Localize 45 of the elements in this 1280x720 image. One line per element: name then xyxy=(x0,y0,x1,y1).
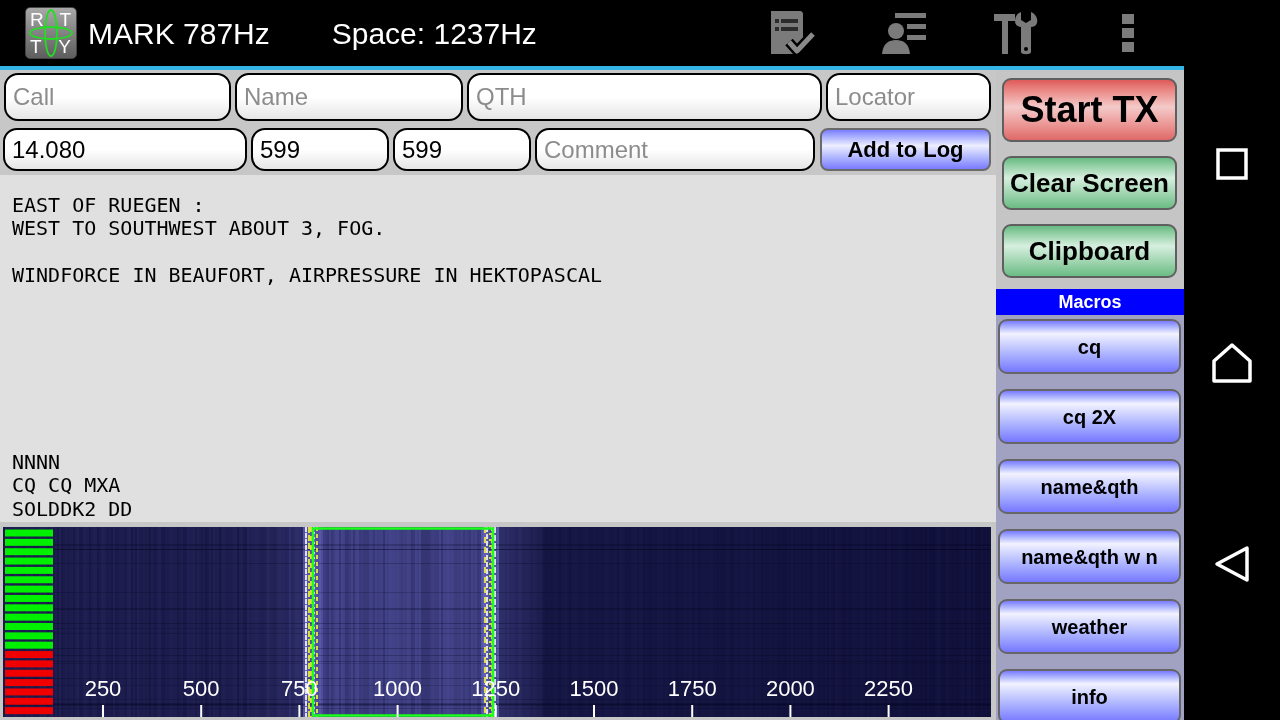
macro-button[interactable]: name&qth w n xyxy=(998,529,1181,584)
input-field[interactable]: 14.080 xyxy=(3,128,247,171)
input-field[interactable]: QTH xyxy=(467,73,822,121)
hammer-wrench-icon[interactable] xyxy=(993,10,1039,56)
received-text: WEST TO SOUTHWEST ABOUT 3, FOG. xyxy=(12,217,386,241)
space-frequency: Space: 1237Hz xyxy=(331,15,537,52)
macro-button[interactable]: name&qth xyxy=(998,459,1181,514)
input-field[interactable]: 599 xyxy=(393,128,531,171)
received-text: SOLDDK2 DD xyxy=(12,497,133,521)
macro-button[interactable]: cq 2X xyxy=(998,389,1181,444)
frequency-label: 2250 xyxy=(864,676,914,702)
mark-frequency: MARK 787Hz xyxy=(88,15,270,52)
overflow-menu-icon[interactable] xyxy=(1122,14,1134,52)
logo-letter: Y xyxy=(58,36,71,58)
macro-button[interactable]: info xyxy=(998,669,1181,720)
received-text: CQ CQ MXA xyxy=(12,474,121,498)
frequency-label: 1750 xyxy=(667,676,717,702)
input-field[interactable]: 599 xyxy=(251,128,389,171)
macro-button[interactable]: weather xyxy=(998,599,1181,654)
input-field[interactable]: Comment xyxy=(535,128,815,171)
person-list-icon[interactable] xyxy=(881,12,927,54)
input-field[interactable]: Call xyxy=(4,73,231,121)
input-field[interactable]: Name xyxy=(235,73,463,121)
received-text: WINDFORCE IN BEAUFORT, AIRPRESSURE IN HEKTOPASCAL xyxy=(12,263,602,288)
recent-apps-icon[interactable] xyxy=(1216,148,1248,180)
action-button[interactable]: Clipboard xyxy=(1002,224,1177,278)
received-text: NNNN xyxy=(12,451,61,475)
frequency-label: 1500 xyxy=(569,676,619,702)
frequency-label: 2000 xyxy=(765,676,815,702)
received-text: EAST OF RUEGEN : xyxy=(12,194,205,218)
home-icon[interactable] xyxy=(1212,343,1252,383)
macros-header: Macros xyxy=(996,289,1184,315)
frequency-label: 1000 xyxy=(373,676,423,702)
macro-button[interactable]: cq xyxy=(998,319,1181,374)
add-to-log-button[interactable]: Add to Log xyxy=(820,128,991,171)
back-icon[interactable] xyxy=(1214,545,1250,583)
logo-letter: R xyxy=(30,9,44,31)
frequency-label: 500 xyxy=(182,676,220,702)
logo-letter: T xyxy=(30,36,42,58)
frequency-label: 250 xyxy=(84,676,122,702)
input-field[interactable]: Locator xyxy=(826,73,991,121)
logo-letter: T xyxy=(59,9,71,31)
start-tx-button[interactable]: Start TX xyxy=(1002,78,1177,142)
checklist-icon[interactable] xyxy=(769,10,815,56)
action-button[interactable]: Clear Screen xyxy=(1002,156,1177,210)
